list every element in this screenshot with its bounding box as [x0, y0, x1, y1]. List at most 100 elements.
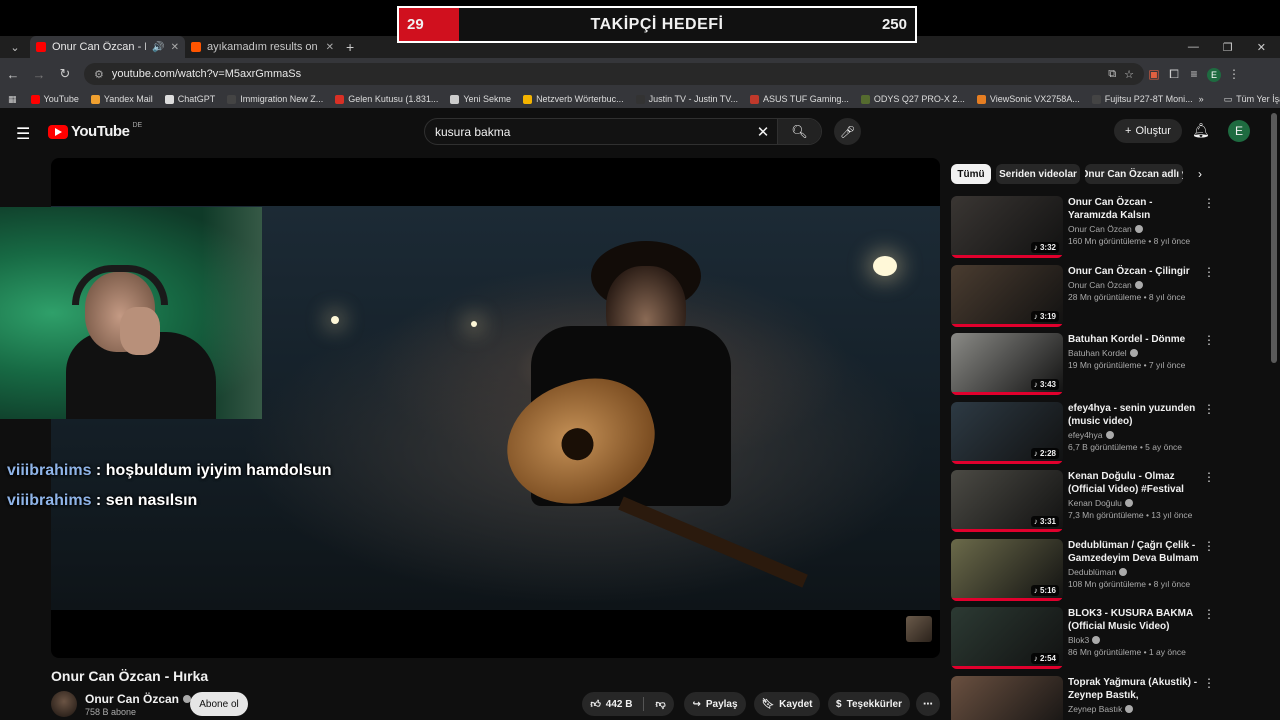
tab-youtube[interactable]: Onur Can Özcan - Hırka - Yo 🔊 ✕	[30, 36, 185, 58]
thanks-button[interactable]: $ Teşekkürler	[828, 692, 910, 716]
extensions-puzzle-icon[interactable]: ⧠	[1164, 67, 1184, 82]
site-info-icon[interactable]: ⚙	[94, 68, 104, 81]
bookmark-item[interactable]: Fujitsu P27-8T Moni...	[1086, 94, 1199, 104]
create-button[interactable]: + Oluştur	[1114, 119, 1182, 143]
recommendation-thumbnail[interactable]: ♪ 3:43	[951, 333, 1063, 395]
address-url[interactable]: youtube.com/watch?v=M5axrGmmaSs	[112, 68, 1100, 80]
recommendation-channel[interactable]: Kenan Doğulu	[1068, 498, 1122, 508]
speaker-icon[interactable]: 🔊	[152, 42, 164, 53]
forward-arrow-icon[interactable]: →	[26, 67, 52, 82]
recommendation-channel[interactable]: Blok3	[1068, 635, 1089, 645]
more-options-icon[interactable]: ⋮	[1203, 333, 1215, 347]
bookmark-item[interactable]: ChatGPT	[159, 94, 222, 104]
more-options-icon[interactable]: ⋮	[1203, 196, 1215, 210]
media-controls-icon[interactable]: ≡	[1184, 67, 1204, 81]
bookmark-item[interactable]: ASUS TUF Gaming...	[744, 94, 855, 104]
recommendation-title[interactable]: Onur Can Özcan - Çilingir	[1068, 265, 1200, 278]
bookmark-item[interactable]: Justin TV - Justin TV...	[630, 94, 744, 104]
subscribe-button[interactable]: Abone ol	[190, 692, 248, 716]
recommendation-title[interactable]: Batuhan Kordel - Dönme	[1068, 333, 1200, 346]
chip-channel[interactable]: Onur Can Özcan adlı y	[1085, 164, 1183, 184]
minimize-icon[interactable]: —	[1188, 41, 1199, 54]
recommendation-title[interactable]: Kenan Doğulu - Olmaz (Official Video) #F…	[1068, 470, 1200, 496]
more-actions-button[interactable]: ⋯	[916, 692, 940, 716]
account-avatar[interactable]: E	[1228, 120, 1250, 142]
recommendation-title[interactable]: Dedublüman / Çağrı Çelik - Gamzedeyim De…	[1068, 539, 1200, 565]
bookmark-item[interactable]: ODYS Q27 PRO-X 2...	[855, 94, 971, 104]
clear-search-icon[interactable]: ✕	[749, 123, 777, 141]
recommendation-item[interactable]: ♪ 3:31 Kenan Doğulu - Olmaz (Official Vid…	[951, 470, 1215, 534]
channel-avatar[interactable]	[51, 691, 77, 717]
recommendation-item[interactable]: ♪ 2:28 efey4hya - senin yuzunden (music v…	[951, 402, 1215, 466]
more-options-icon[interactable]: ⋮	[1203, 607, 1215, 621]
recommendation-item[interactable]: ♪ 2:54 BLOK3 - KUSURA BAKMA (Official Mus…	[951, 607, 1215, 671]
tab-search-chevron-icon[interactable]: ⌄	[0, 41, 30, 54]
more-options-icon[interactable]: ⋮	[1203, 402, 1215, 416]
more-options-icon[interactable]: ⋮	[1203, 265, 1215, 279]
recommendation-title[interactable]: Onur Can Özcan - Yaramızda Kalsın	[1068, 196, 1200, 222]
save-button[interactable]: 🔖︎ Kaydet	[754, 692, 820, 716]
recommendation-title[interactable]: efey4hya - senin yuzunden (music video)	[1068, 402, 1200, 428]
bookmark-item[interactable]: ViewSonic VX2758A...	[971, 94, 1086, 104]
recommendation-item[interactable]: Toprak Yağmura (Akustik) - Zeynep Bastık…	[951, 676, 1215, 720]
notifications-bell-icon[interactable]: 🔔︎	[1192, 122, 1210, 139]
chips-next-chevron-icon[interactable]: ›	[1198, 167, 1202, 181]
recommendation-channel[interactable]: Batuhan Kordel	[1068, 348, 1127, 358]
tab-soundcloud[interactable]: ayıkamadım results on SoundC ✕	[185, 36, 340, 58]
thumbs-down-icon[interactable]: 👎︎	[655, 698, 665, 710]
youtube-logo[interactable]: YouTube DE	[48, 122, 142, 140]
recommendation-thumbnail[interactable]: ♪ 2:28	[951, 402, 1063, 464]
reload-icon[interactable]: ↻	[52, 66, 78, 82]
recommendation-thumbnail[interactable]: ♪ 3:19	[951, 265, 1063, 327]
like-button[interactable]: 👍︎ 442 B	[590, 698, 632, 711]
recommendation-item[interactable]: ♪ 3:32 Onur Can Özcan - Yaramızda Kalsın O…	[951, 196, 1215, 260]
bookmark-item[interactable]: Immigration New Z...	[221, 94, 329, 104]
share-button[interactable]: ↪ Paylaş	[684, 692, 746, 716]
restore-icon[interactable]: ❐	[1223, 41, 1233, 54]
recommendation-thumbnail[interactable]: ♪ 2:54	[951, 607, 1063, 669]
bookmark-item[interactable]: Gelen Kutusu (1.831...	[329, 94, 444, 104]
recommendation-channel[interactable]: Zeynep Bastık	[1068, 704, 1122, 714]
bookmark-item[interactable]: YouTube	[25, 94, 85, 104]
menu-hamburger-icon[interactable]: ☰	[16, 124, 30, 144]
close-tab-icon[interactable]: ✕	[326, 42, 334, 53]
close-tab-icon[interactable]: ✕	[171, 42, 179, 53]
more-options-icon[interactable]: ⋮	[1203, 539, 1215, 553]
more-options-icon[interactable]: ⋮	[1203, 470, 1215, 484]
more-options-icon[interactable]: ⋮	[1203, 676, 1215, 690]
recommendation-item[interactable]: ♪ 5:16 Dedublüman / Çağrı Çelik - Gamzede…	[951, 539, 1215, 603]
install-app-icon[interactable]: ⧉	[1108, 68, 1116, 81]
recommendation-thumbnail[interactable]	[951, 676, 1063, 720]
channel-watermark[interactable]	[906, 616, 932, 642]
all-bookmarks-folder[interactable]: ▭ Tüm Yer İşaretleri	[1218, 94, 1280, 105]
new-tab-icon[interactable]: +	[346, 39, 354, 55]
close-window-icon[interactable]: ✕	[1257, 41, 1266, 54]
bookmark-item[interactable]: Yandex Mail	[85, 94, 159, 104]
search-button[interactable]: 🔍︎	[777, 119, 821, 144]
search-input[interactable]: kusura bakma	[425, 125, 749, 139]
recommendation-item[interactable]: ♪ 3:43 Batuhan Kordel - Dönme Batuhan Kord…	[951, 333, 1215, 397]
bookmarks-overflow-icon[interactable]: »	[1199, 94, 1204, 105]
recommendation-title[interactable]: Toprak Yağmura (Akustik) - Zeynep Bastık…	[1068, 676, 1200, 702]
browser-menu-icon[interactable]: ⋮	[1224, 67, 1244, 81]
recommendation-title[interactable]: BLOK3 - KUSURA BAKMA (Official Music Vid…	[1068, 607, 1200, 633]
voice-search-mic-icon[interactable]: 🎤︎	[834, 118, 861, 145]
back-arrow-icon[interactable]: ←	[0, 67, 26, 82]
apps-grid-icon[interactable]: ▦	[8, 94, 25, 105]
recommendation-channel[interactable]: Dedublüman	[1068, 567, 1116, 577]
chip-series[interactable]: Seriden videolar	[996, 164, 1080, 184]
recommendation-thumbnail[interactable]: ♪ 3:32	[951, 196, 1063, 258]
channel-name-row[interactable]: Onur Can Özcan	[85, 692, 192, 706]
address-bar[interactable]: ⚙ youtube.com/watch?v=M5axrGmmaSs ⧉ ☆	[84, 63, 1144, 85]
recommendation-channel[interactable]: Onur Can Özcan	[1068, 224, 1132, 234]
recommendation-channel[interactable]: efey4hya	[1068, 430, 1103, 440]
channel-name[interactable]: Onur Can Özcan	[85, 692, 179, 706]
extension-red-icon[interactable]: ▣	[1144, 67, 1164, 81]
bookmark-star-icon[interactable]: ☆	[1124, 68, 1134, 81]
page-scrollbar[interactable]	[1271, 113, 1277, 363]
recommendation-thumbnail[interactable]: ♪ 5:16	[951, 539, 1063, 601]
profile-icon[interactable]: E	[1204, 67, 1224, 82]
recommendation-item[interactable]: ♪ 3:19 Onur Can Özcan - Çilingir Onur Can …	[951, 265, 1215, 329]
recommendation-thumbnail[interactable]: ♪ 3:31	[951, 470, 1063, 532]
recommendation-channel[interactable]: Onur Can Özcan	[1068, 280, 1132, 290]
